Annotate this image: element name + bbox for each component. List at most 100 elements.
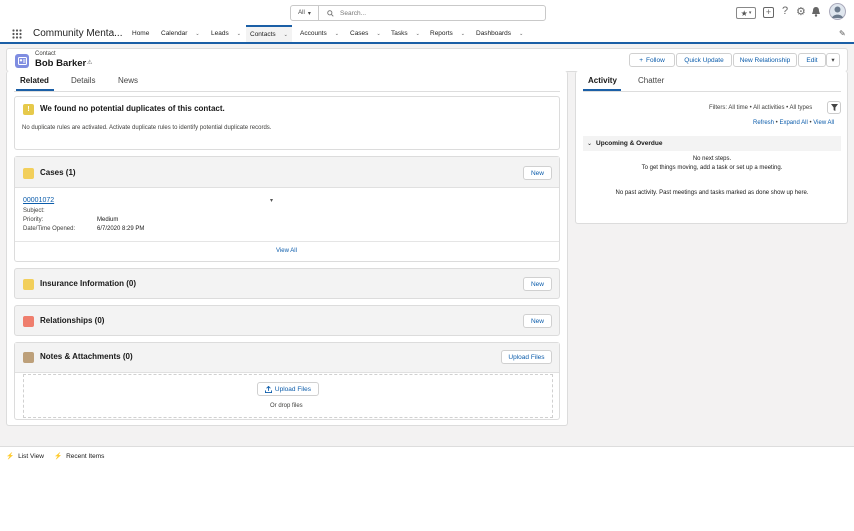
app-nav-bar (0, 25, 854, 44)
case-row-menu-icon[interactable]: ▾ (270, 197, 273, 204)
edit-button[interactable]: Edit (798, 53, 826, 67)
search-input[interactable]: Search... (319, 10, 366, 17)
upcoming-title: Upcoming & Overdue (596, 140, 663, 147)
case-opened-label: Date/Time Opened: (23, 226, 76, 232)
star-icon: ★ (740, 8, 748, 18)
new-label: New (530, 169, 544, 177)
lightning-icon: ⚡ (54, 453, 63, 460)
global-header: All ▾ Search... ★ ▾ + ? ⚙ (0, 0, 854, 25)
cases-new-button[interactable]: New (523, 166, 552, 180)
notes-upload-button[interactable]: Upload Files (501, 350, 552, 364)
view-all-link[interactable]: View All (813, 120, 834, 126)
contact-icon (15, 54, 29, 68)
tab-leads[interactable]: Leads ⌄ (211, 25, 241, 42)
new-relationship-button[interactable]: New Relationship (733, 53, 797, 67)
utility-bar: ⚡ List View ⚡ Recent Items (0, 446, 854, 531)
case-number-link[interactable]: 00001072 (23, 197, 54, 204)
tab-contacts[interactable]: Contacts ⌄ (246, 25, 292, 42)
gear-icon[interactable]: ⚙ (796, 5, 806, 18)
filter-button[interactable] (827, 101, 841, 114)
filter-icon (830, 104, 838, 111)
cases-footer-divider (15, 241, 559, 242)
refresh-link[interactable]: Refresh (753, 120, 774, 126)
tab-divider (14, 91, 560, 92)
favorites-button[interactable]: ★ ▾ (736, 7, 756, 19)
relationships-icon (23, 316, 34, 327)
app-launcher-icon[interactable] (12, 29, 22, 39)
drop-zone-upload-button[interactable]: Upload Files (257, 382, 319, 396)
global-search: All ▾ Search... (290, 5, 546, 21)
duplicate-warning-icon: ! (23, 104, 34, 115)
search-scope-label: All (298, 10, 305, 16)
tab-news[interactable]: News (118, 76, 138, 85)
quick-update-label: Quick Update (684, 56, 724, 64)
recent-items-item[interactable]: ⚡ Recent Items (54, 452, 105, 461)
chevron-down-icon[interactable]: ⌄ (416, 31, 420, 37)
insurance-new-button[interactable]: New (523, 277, 552, 291)
no-next-steps: No next steps. (692, 156, 732, 162)
no-next-steps-hint: To get things moving, add a task or set … (641, 165, 783, 171)
avatar[interactable] (829, 3, 846, 20)
tab-activity[interactable]: Activity (588, 76, 617, 85)
cases-title[interactable]: Cases (1) (40, 168, 76, 177)
notes-title[interactable]: Notes & Attachments (0) (40, 352, 133, 361)
new-label: New (530, 317, 544, 325)
case-subject-label: Subject: (23, 208, 45, 214)
tab-home[interactable]: Home (132, 25, 149, 42)
file-drop-zone[interactable]: Upload Files Or drop files (23, 374, 553, 418)
tab-divider (583, 91, 841, 92)
expand-all-link[interactable]: Expand All (779, 120, 807, 126)
tab-label: Accounts (300, 30, 327, 37)
tab-label: Tasks (391, 30, 408, 37)
more-actions-button[interactable]: ▾ (826, 53, 840, 67)
chevron-down-icon[interactable]: ⌄ (237, 31, 241, 37)
cases-card-header (15, 157, 559, 188)
chevron-down-icon[interactable]: ⌄ (376, 31, 380, 37)
follow-button[interactable]: + Follow (629, 53, 675, 67)
case-priority-value: Medium (97, 217, 119, 223)
tab-dashboards[interactable]: Dashboards ⌄ (476, 25, 523, 42)
tab-details[interactable]: Details (71, 76, 95, 85)
relationships-title[interactable]: Relationships (0) (40, 316, 104, 325)
chevron-down-icon: ▾ (748, 10, 752, 16)
bell-icon[interactable] (811, 6, 821, 17)
insurance-title[interactable]: Insurance Information (0) (40, 279, 136, 288)
plus-icon: + (639, 56, 643, 64)
new-relationship-label: New Relationship (739, 56, 791, 64)
activity-filters: Filters: All time • All activities • All… (709, 105, 813, 111)
tab-accounts[interactable]: Accounts ⌄ (300, 25, 339, 42)
chevron-down-icon[interactable]: ⌄ (461, 31, 465, 37)
chevron-down-icon[interactable]: ⌄ (284, 32, 288, 38)
recent-items-label: Recent Items (66, 452, 105, 460)
edit-label: Edit (806, 56, 818, 64)
upload-icon (264, 385, 272, 393)
list-view-item[interactable]: ⚡ List View (6, 452, 44, 461)
app-name: Community Menta... (33, 28, 123, 39)
chevron-down-icon[interactable]: ⌄ (519, 31, 523, 37)
help-icon[interactable]: ? (782, 5, 788, 17)
duplicates-title: We found no potential duplicates of this… (40, 104, 225, 113)
tab-chatter[interactable]: Chatter (638, 76, 664, 85)
drop-files-text: Or drop files (270, 403, 303, 409)
tab-tasks[interactable]: Tasks ⌄ (391, 25, 420, 42)
chevron-down-icon[interactable]: ⌄ (335, 31, 339, 37)
edit-nav-pencil-icon[interactable]: ✎ (839, 29, 846, 38)
hierarchy-icon[interactable]: ⚠ (87, 59, 92, 66)
cases-view-all-link[interactable]: View All (276, 248, 297, 254)
relationships-new-button[interactable]: New (523, 314, 552, 328)
search-scope-select[interactable]: All ▾ (291, 6, 319, 20)
quick-update-button[interactable]: Quick Update (676, 53, 732, 67)
tab-label: Calendar (161, 30, 188, 37)
upcoming-overdue-section[interactable]: ⌄ Upcoming & Overdue (583, 136, 841, 151)
tab-calendar[interactable]: Calendar ⌄ (161, 25, 200, 42)
upload-files-label: Upload Files (508, 353, 545, 361)
insurance-icon (23, 279, 34, 290)
lightning-icon: ⚡ (6, 453, 15, 460)
chevron-down-icon[interactable]: ⌄ (195, 31, 199, 37)
tab-reports[interactable]: Reports ⌄ (430, 25, 465, 42)
notes-icon (23, 352, 34, 363)
global-actions-plus-icon[interactable]: + (763, 7, 774, 18)
tab-cases[interactable]: Cases ⌄ (350, 25, 381, 42)
tab-label: Contacts (250, 31, 276, 38)
tab-related[interactable]: Related (20, 76, 49, 85)
